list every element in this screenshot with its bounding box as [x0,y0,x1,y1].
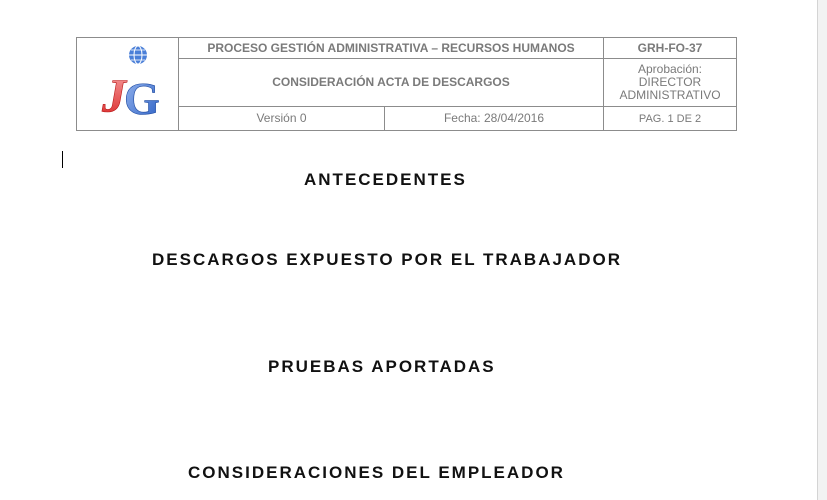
approval-cell: Aprobación: DIRECTOR ADMINISTRATIVO [603,58,737,108]
section-descargos: DESCARGOS EXPUESTO POR EL TRABAJADOR [152,250,622,269]
date-cell: Fecha: 28/04/2016 [384,106,604,131]
section-antecedentes: ANTECEDENTES [304,170,467,189]
document-header-table: J G PROCESO GESTIÓN ADMINISTRATIVA – REC… [76,36,737,131]
version-cell: Versión 0 [178,106,385,131]
approval-value-line2: ADMINISTRATIVO [619,88,721,103]
process-title: PROCESO GESTIÓN ADMINISTRATIVA – RECURSO… [178,36,604,60]
globe-icon [128,45,147,65]
document-page: J G PROCESO GESTIÓN ADMINISTRATIVA – REC… [0,0,818,500]
document-code: GRH-FO-37 [603,36,737,60]
logo-cell: J G [76,37,179,131]
company-logo-icon: J G [100,45,160,124]
section-consideraciones: CONSIDERACIONES DEL EMPLEADOR [188,463,565,482]
page-number-cell: PAG. 1 DE 2 [603,106,737,131]
form-title: CONSIDERACIÓN ACTA DE DESCARGOS [178,58,604,108]
text-cursor [62,151,63,168]
logo-letter-g: G [124,73,160,124]
section-pruebas: PRUEBAS APORTADAS [268,357,496,376]
